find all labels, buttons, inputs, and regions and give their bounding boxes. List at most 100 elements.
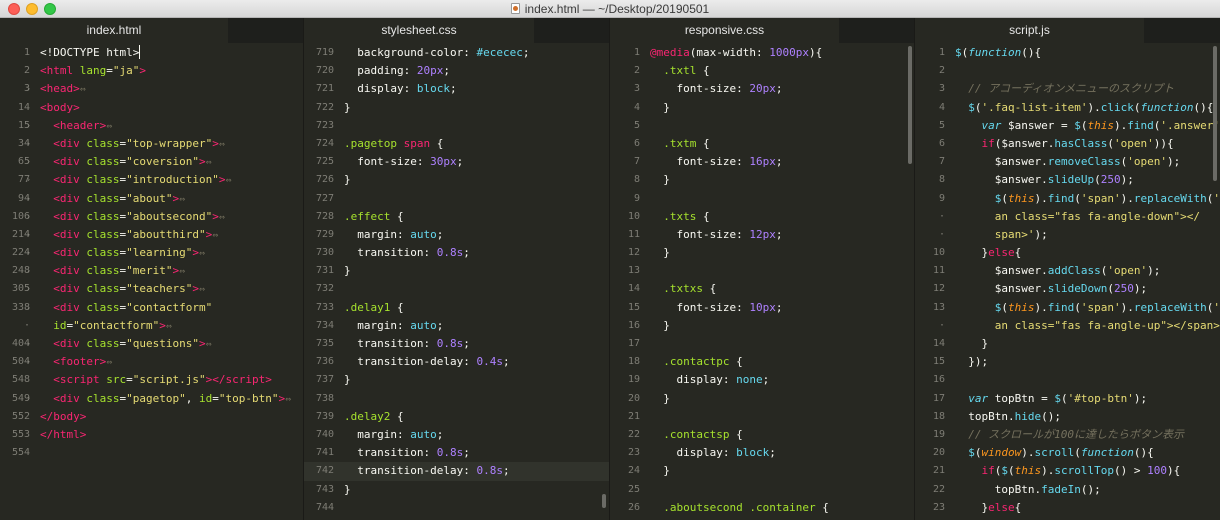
- code-line[interactable]: 10 }else{: [915, 244, 1220, 262]
- fold-arrow-icon[interactable]: ›: [26, 171, 31, 189]
- code-line[interactable]: 743}: [304, 481, 609, 499]
- code-line[interactable]: 23 display: block;: [610, 444, 914, 462]
- code-line[interactable]: 728 .effect {: [304, 208, 609, 226]
- code-line[interactable]: 2 .txtl {: [610, 62, 914, 80]
- code-line[interactable]: 20 $(window).scroll(function(){: [915, 444, 1220, 462]
- code-line[interactable]: 734 margin: auto;: [304, 317, 609, 335]
- code-line[interactable]: 742 transition-delay: 0.8s;: [304, 462, 609, 481]
- code-line[interactable]: 13: [610, 262, 914, 280]
- code-line[interactable]: 15 font-size: 10px;: [610, 299, 914, 317]
- code-line[interactable]: 725 font-size: 30px;: [304, 153, 609, 171]
- code-line[interactable]: 65 › <div class="coversion">⇔: [0, 153, 303, 171]
- code-line[interactable]: 3 › <head>⇔: [0, 80, 303, 98]
- code-line[interactable]: 21: [610, 408, 914, 426]
- code-line[interactable]: 744: [304, 499, 609, 517]
- code-line[interactable]: 6 .txtm {: [610, 135, 914, 153]
- code-line[interactable]: 721 display: block;: [304, 80, 609, 98]
- code-line[interactable]: 13 $(this).find('span').replaceWith('<sp: [915, 299, 1220, 317]
- code-line[interactable]: 4 $('.faq-list-item').click(function(){: [915, 99, 1220, 117]
- fold-arrow-icon[interactable]: ›: [26, 262, 31, 280]
- tab-index-html[interactable]: index.html: [0, 18, 228, 43]
- code-line[interactable]: 1 @media(max-width: 1000px){: [610, 44, 914, 62]
- code-line[interactable]: · span>');: [915, 226, 1220, 244]
- code-line[interactable]: 21 if($(this).scrollTop() > 100){: [915, 462, 1220, 480]
- fold-arrow-icon[interactable]: ›: [26, 190, 31, 208]
- code-line[interactable]: 77 › <div class="introduction">⇔: [0, 171, 303, 189]
- code-line[interactable]: 8 $answer.slideUp(250);: [915, 171, 1220, 189]
- code-line[interactable]: 737}: [304, 371, 609, 389]
- code-line[interactable]: 248 › <div class="merit">⇔: [0, 262, 303, 280]
- code-line[interactable]: 727: [304, 190, 609, 208]
- code-line[interactable]: 9: [610, 190, 914, 208]
- fold-arrow-icon[interactable]: ›: [26, 244, 31, 262]
- fold-arrow-icon[interactable]: ›: [26, 299, 31, 317]
- code-line[interactable]: 11 $answer.addClass('open');: [915, 262, 1220, 280]
- code-line[interactable]: 2 <html lang="ja">: [0, 62, 303, 80]
- code-area[interactable]: 719 background-color: #ececec; 720 paddin…: [304, 43, 609, 520]
- editor-pane-stylesheet-css[interactable]: stylesheet.css 719 background-color: #ec…: [304, 18, 610, 520]
- code-area[interactable]: 1 <!DOCTYPE html> 2 <html lang="ja"> 3 › <head…: [0, 43, 303, 520]
- scrollbar-thumb[interactable]: [602, 494, 606, 508]
- code-line[interactable]: 224 › <div class="learning">⇔: [0, 244, 303, 262]
- code-line[interactable]: 732: [304, 280, 609, 298]
- code-line[interactable]: 8 }: [610, 171, 914, 189]
- code-line[interactable]: 20 }: [610, 390, 914, 408]
- code-line[interactable]: 4 }: [610, 99, 914, 117]
- code-line[interactable]: 548 <script src="script.js"></script>: [0, 371, 303, 389]
- code-line[interactable]: 549 › <div class="pagetop", id="top-btn">…: [0, 390, 303, 408]
- code-line[interactable]: 740 margin: auto;: [304, 426, 609, 444]
- code-line[interactable]: 17: [610, 335, 914, 353]
- code-area[interactable]: 1 $(function(){2 3 // アコーディオンメニューのスクリプト 4 $…: [915, 43, 1220, 520]
- code-line[interactable]: · id="contactform">⇔: [0, 317, 303, 335]
- code-line[interactable]: 719 background-color: #ececec;: [304, 44, 609, 62]
- code-line[interactable]: 404 › <div class="questions">⇔: [0, 335, 303, 353]
- code-line[interactable]: 7 $answer.removeClass('open');: [915, 153, 1220, 171]
- code-line[interactable]: 12 $answer.slideDown(250);: [915, 280, 1220, 298]
- code-line[interactable]: 2: [915, 62, 1220, 80]
- code-line[interactable]: 552 </body>: [0, 408, 303, 426]
- code-line[interactable]: 22 topBtn.fadeIn();: [915, 481, 1220, 499]
- code-line[interactable]: 214 › <div class="aboutthird">⇔: [0, 226, 303, 244]
- code-line[interactable]: 11 font-size: 12px;: [610, 226, 914, 244]
- code-line[interactable]: 726}: [304, 171, 609, 189]
- code-line[interactable]: 504 › <footer>⇔: [0, 353, 303, 371]
- fold-arrow-icon[interactable]: ›: [26, 135, 31, 153]
- code-line[interactable]: 15 });: [915, 353, 1220, 371]
- code-line[interactable]: 34 › <div class="top-wrapper">⇔: [0, 135, 303, 153]
- code-line[interactable]: 738: [304, 390, 609, 408]
- editor-pane-script-js[interactable]: script.js 1 $(function(){2 3 // アコーディオンメニュ…: [915, 18, 1220, 520]
- code-line[interactable]: 3 font-size: 20px;: [610, 80, 914, 98]
- code-line[interactable]: 5 var $answer = $(this).find('.answer');: [915, 117, 1220, 135]
- editor-pane-responsive-css[interactable]: responsive.css 1 @media(max-width: 1000px…: [610, 18, 915, 520]
- code-line[interactable]: 3 // アコーディオンメニューのスクリプト: [915, 80, 1220, 98]
- code-line[interactable]: 12 }: [610, 244, 914, 262]
- code-line[interactable]: 723: [304, 117, 609, 135]
- code-line[interactable]: 722}: [304, 99, 609, 117]
- code-line[interactable]: 720 padding: 20px;: [304, 62, 609, 80]
- fold-arrow-icon[interactable]: ›: [26, 80, 31, 98]
- fold-arrow-icon[interactable]: ›: [26, 153, 31, 171]
- code-line[interactable]: 18 topBtn.hide();: [915, 408, 1220, 426]
- code-line[interactable]: 5: [610, 117, 914, 135]
- code-line[interactable]: 736 transition-delay: 0.4s;: [304, 353, 609, 371]
- code-line[interactable]: 729 margin: auto;: [304, 226, 609, 244]
- fold-arrow-icon[interactable]: ›: [26, 390, 31, 408]
- code-line[interactable]: 14 <body>: [0, 99, 303, 117]
- fold-arrow-icon[interactable]: ›: [26, 353, 31, 371]
- fold-arrow-icon[interactable]: ›: [26, 117, 31, 135]
- code-line[interactable]: 7 font-size: 16px;: [610, 153, 914, 171]
- fold-arrow-icon[interactable]: ›: [26, 208, 31, 226]
- code-line[interactable]: 106 › <div class="aboutsecond">⇔: [0, 208, 303, 226]
- code-line[interactable]: 24 }: [610, 462, 914, 480]
- code-line[interactable]: 16 }: [610, 317, 914, 335]
- code-line[interactable]: 23 }else{: [915, 499, 1220, 517]
- code-line[interactable]: 22 .contactsp {: [610, 426, 914, 444]
- code-line[interactable]: 554: [0, 444, 303, 462]
- code-line[interactable]: 26 .aboutsecond .container {: [610, 499, 914, 517]
- code-line[interactable]: 14 .txtxs {: [610, 280, 914, 298]
- code-line[interactable]: 1 <!DOCTYPE html>: [0, 44, 303, 62]
- scrollbar-thumb[interactable]: [908, 46, 912, 164]
- code-line[interactable]: 731}: [304, 262, 609, 280]
- code-line[interactable]: 724 .pagetop span {: [304, 135, 609, 153]
- code-line[interactable]: 741 transition: 0.8s;: [304, 444, 609, 462]
